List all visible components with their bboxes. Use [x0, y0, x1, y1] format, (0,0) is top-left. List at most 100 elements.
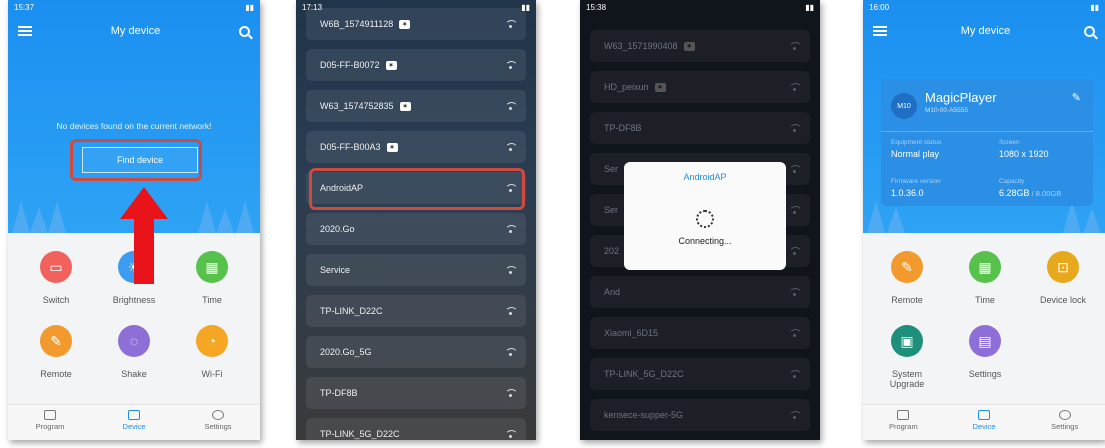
wifi-network-item[interactable]: HD_peixun ✶	[590, 71, 810, 103]
switch-icon: ▭	[40, 251, 72, 283]
shake-icon: ◌	[118, 325, 150, 357]
wifi-ssid-label: D05-FF-B0072	[320, 59, 380, 70]
wifi-network-item[interactable]: 2020.Go_5G	[306, 336, 526, 368]
tile-wifi[interactable]: ◔ Wi-Fi	[170, 325, 254, 379]
connecting-dialog: AndroidAP Connecting...	[624, 162, 786, 270]
wifi-network-item[interactable]: TP-LINK_5G_D22C	[590, 358, 810, 390]
lock-icon: ⊡	[1047, 251, 1079, 283]
wifi-network-item[interactable]: D05-FF-B00A3 ✶	[306, 131, 526, 163]
bottom-nav: Program Device Settings	[863, 404, 1105, 440]
wifi-network-item[interactable]: Service	[306, 254, 526, 286]
nav-program[interactable]: Program	[8, 405, 92, 440]
nav-label: Program	[888, 422, 918, 431]
status-bar: 15:37 ▮▮	[8, 0, 260, 14]
wifi-signal-icon	[505, 348, 518, 356]
divider	[881, 131, 1093, 132]
dialog-title: AndroidAP	[683, 172, 727, 182]
wifi-ssid: TP-LINK_5G_D22C	[320, 429, 400, 439]
wifi-ssid: 202	[604, 246, 619, 256]
wifi-signal-icon	[789, 288, 802, 296]
wifi-ssid-label: Xiaomi_6D15	[604, 328, 659, 338]
remote-icon: ✎	[40, 325, 72, 357]
wifi-ssid: TP-LINK_5G_D22C	[604, 369, 684, 379]
tile-label: Time	[202, 295, 222, 305]
tile-remote[interactable]: ✎ Remote	[865, 251, 949, 305]
nav-label: Device	[972, 422, 996, 431]
wifi-signal-icon	[505, 102, 518, 110]
wifi-ssid: 2020.Go_5G	[320, 347, 372, 357]
wifi-ssid: Ser	[604, 205, 618, 215]
tile-label: Remote	[40, 369, 72, 379]
device-badge: M10	[891, 93, 917, 119]
capacity-used: 6.28GB	[999, 188, 1030, 198]
wifi-signal-icon	[789, 124, 802, 132]
tile-device-lock[interactable]: ⊡ Device lock	[1021, 251, 1105, 305]
tile-label: System Upgrade	[889, 369, 925, 389]
wifi-network-item[interactable]: D05-FF-B0072 ✶	[306, 49, 526, 81]
tile-remote[interactable]: ✎ Remote	[14, 325, 98, 379]
wifi-network-item[interactable]: TP-DF8B	[590, 112, 810, 144]
battery-icon: ▮▮	[805, 2, 814, 12]
calendar-icon: ▦	[969, 251, 1001, 283]
wifi-ssid: D05-FF-B00A3 ✶	[320, 141, 398, 153]
wifi-ssid-label: 2020.Go_5G	[320, 347, 372, 357]
tile-label: Switch	[42, 295, 70, 305]
status-bar: 16:00 ▮▮	[863, 0, 1105, 14]
secure-lock-icon: ✶	[386, 143, 398, 153]
wifi-ssid: Ser	[604, 164, 618, 174]
nav-settings[interactable]: Settings	[176, 405, 260, 440]
battery-icon: ▮▮	[521, 2, 530, 12]
wifi-network-item[interactable]: kensece-supper-5G	[590, 399, 810, 431]
wifi-ssid: TP-DF8B	[320, 388, 358, 398]
wifi-ssid: TP-LINK_D22C	[320, 306, 383, 316]
wifi-network-item[interactable]: TP-LINK_5G_D22C	[306, 418, 526, 440]
screen-label: Screen	[999, 139, 1020, 146]
nav-label: Program	[35, 422, 65, 431]
menu-icon[interactable]	[18, 26, 32, 36]
tile-switch[interactable]: ▭ Switch	[14, 251, 98, 305]
device-card[interactable]: M10 MagicPlayer M10-00-A5555 ✎ Equipment…	[881, 79, 1093, 206]
tile-time[interactable]: ▦ Time	[170, 251, 254, 305]
wifi-ssid-label: TP-DF8B	[604, 123, 642, 133]
network-list: W6B_1574911128 ✶ D05-FF-B0072 ✶ W63_15747528…	[296, 8, 536, 440]
wifi-signal-icon	[505, 430, 518, 438]
capacity-label: Capacity	[999, 178, 1025, 185]
search-icon[interactable]	[1084, 25, 1095, 37]
wifi-ssid-label: TP-LINK_D22C	[320, 306, 383, 316]
page-title: My device	[110, 25, 161, 37]
wifi-network-item[interactable]: Xiaomi_6D15	[590, 317, 810, 349]
wifi-ssid-label: HD_peixun	[604, 81, 649, 92]
wifi-network-item[interactable]: W6B_1574911128 ✶	[306, 8, 526, 40]
search-icon[interactable]	[239, 25, 250, 37]
nav-program[interactable]: Program	[863, 405, 944, 440]
wifi-ssid-label: kensece-supper-5G	[604, 410, 684, 420]
nav-device[interactable]: Device	[944, 405, 1025, 440]
player-name: MagicPlayer	[925, 90, 997, 105]
wifi-ssid-label: Ser	[604, 205, 619, 215]
tile-label: Time	[975, 295, 995, 305]
tile-settings[interactable]: ▤ Settings	[943, 325, 1027, 379]
gear-icon	[1058, 410, 1071, 420]
wifi-network-item[interactable]: TP-LINK_D22C	[306, 295, 526, 327]
wifi-signal-icon	[789, 329, 802, 337]
wifi-ssid: D05-FF-B0072 ✶	[320, 59, 397, 71]
wifi-network-item[interactable]: W63_1571990408 ✶	[590, 30, 810, 62]
wifi-network-item[interactable]: 2020.Go	[306, 213, 526, 245]
wifi-ssid: kensece-supper-5G	[604, 410, 683, 420]
wifi-ssid-label: D05-FF-B00A3	[320, 141, 381, 152]
wifi-ssid: Xiaomi_6D15	[604, 328, 658, 338]
wifi-network-item[interactable]: And	[590, 276, 810, 308]
tile-shake[interactable]: ◌ Shake	[92, 325, 176, 379]
edit-icon[interactable]: ✎	[1072, 91, 1081, 104]
nav-device[interactable]: Device	[92, 405, 176, 440]
tile-time[interactable]: ▦ Time	[943, 251, 1027, 305]
find-device-button[interactable]: Find device	[82, 147, 198, 173]
menu-icon[interactable]	[873, 26, 887, 36]
wifi-ssid-label: Service	[320, 265, 351, 275]
nav-settings[interactable]: Settings	[1024, 405, 1105, 440]
highlight-box	[309, 168, 525, 210]
wifi-network-item[interactable]: W63_1574752835 ✶	[306, 90, 526, 122]
wifi-network-item[interactable]: TP-DF8B	[306, 377, 526, 409]
dialog-message: Connecting...	[678, 236, 732, 246]
tile-system-upgrade[interactable]: ▣ System Upgrade	[865, 325, 949, 389]
